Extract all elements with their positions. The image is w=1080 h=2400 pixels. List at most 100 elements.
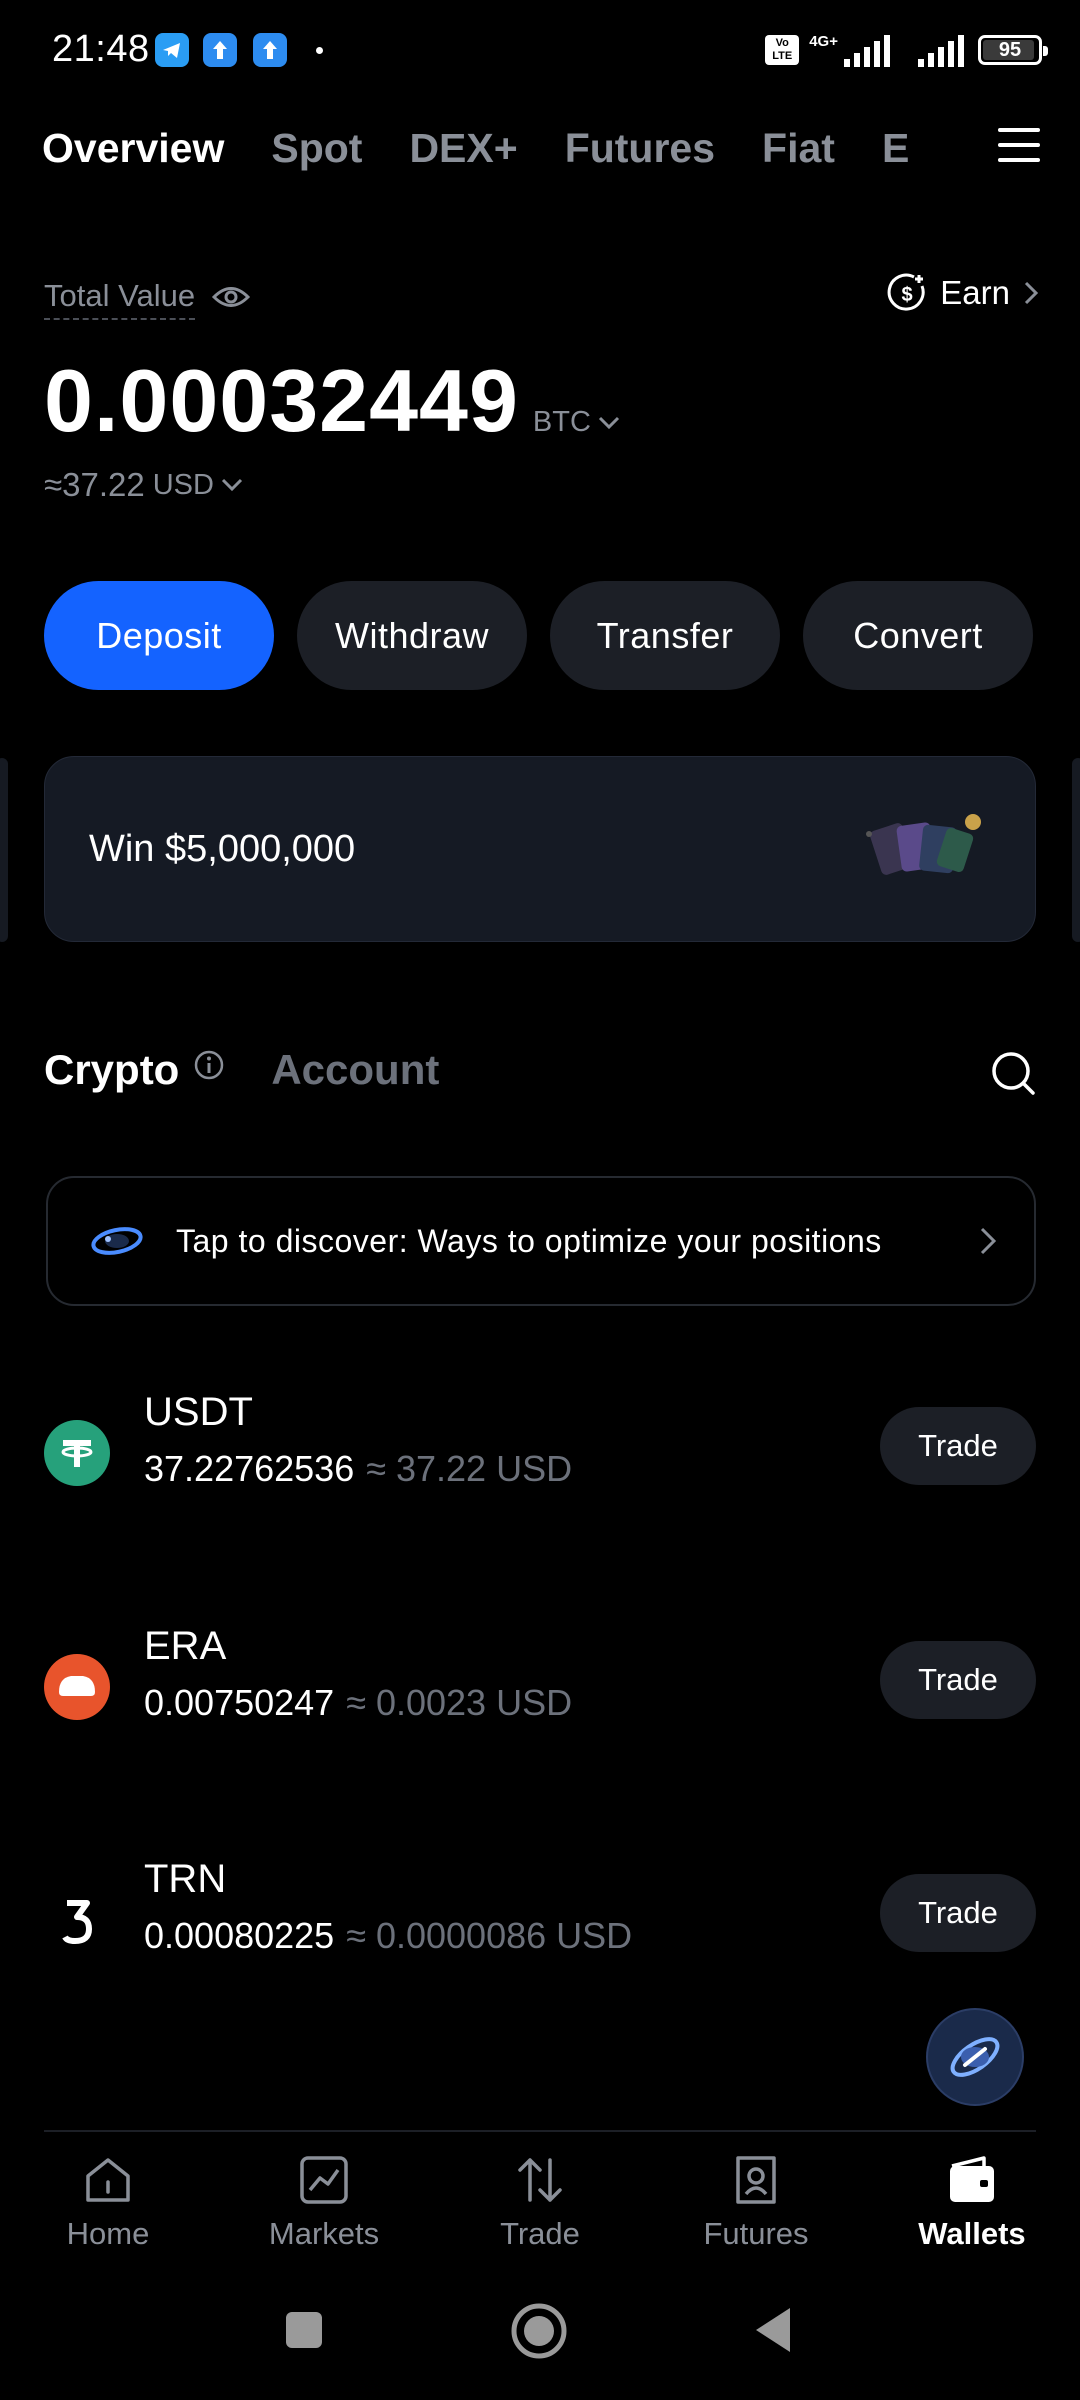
nav-markets[interactable]: Markets: [216, 2140, 432, 2270]
asset-balance: 0.00080225 ≈ 0.0000086 USD: [144, 1915, 632, 1957]
trn-icon: [44, 1887, 110, 1953]
balance-unit-selector[interactable]: BTC: [533, 406, 621, 439]
asset-row-era[interactable]: ERA 0.00750247 ≈ 0.0023 USD Trade: [44, 1624, 1036, 1734]
approx-unit: USD: [152, 468, 214, 501]
nav-home[interactable]: Home: [0, 2140, 216, 2270]
telegram-notification-icon: [155, 33, 189, 67]
banner-carousel-next[interactable]: [1072, 758, 1080, 942]
approx-unit-selector[interactable]: USD: [153, 469, 244, 502]
nav-trade-label: Trade: [500, 2216, 580, 2251]
deposit-button[interactable]: Deposit: [44, 581, 274, 690]
earn-coin-icon: $: [887, 273, 925, 311]
nav-futures-label: Futures: [703, 2216, 809, 2251]
status-time: 21:48: [52, 28, 150, 70]
eye-icon[interactable]: [211, 282, 251, 312]
tab-account[interactable]: Account: [271, 1046, 439, 1094]
status-right: Vo LTE 4G+ 95: [765, 30, 1048, 70]
upload-notification-icon: [203, 33, 237, 67]
approx-value: ≈37.22: [44, 466, 145, 503]
signal-icon: [844, 35, 890, 67]
balance-unit: BTC: [532, 406, 591, 438]
earn-label: Earn: [940, 274, 1010, 311]
assistant-orbit-icon: [950, 2037, 1000, 2077]
asset-amount: 0.00750247: [144, 1682, 335, 1723]
trade-icon: [518, 2158, 562, 2202]
asset-balance: 0.00750247 ≈ 0.0023 USD: [144, 1682, 572, 1724]
asset-usd-value: ≈ 0.0023 USD: [346, 1682, 573, 1723]
nav-wallets[interactable]: Wallets: [864, 2140, 1080, 2270]
tab-spot[interactable]: Spot: [271, 125, 362, 172]
back-button-icon[interactable]: [752, 2304, 794, 2356]
chevron-down-icon: [221, 478, 242, 492]
total-value-row: Total Value: [44, 278, 251, 320]
total-value-label[interactable]: Total Value: [44, 278, 196, 320]
asset-tabs: Crypto Account: [44, 1046, 439, 1094]
balance-value: 0.00032449: [44, 351, 519, 450]
promo-banner[interactable]: Win $5,000,000: [44, 756, 1036, 942]
trade-button[interactable]: Trade: [880, 1641, 1036, 1719]
wallet-icon: [950, 2156, 994, 2202]
promo-banner-text: Win $5,000,000: [89, 827, 356, 870]
signal-icon-2: [918, 35, 964, 67]
discover-tip[interactable]: Tap to discover: Ways to optimize your p…: [46, 1176, 1036, 1306]
chevron-right-icon: [1024, 281, 1039, 305]
markets-icon: [300, 2156, 348, 2204]
earn-link[interactable]: $ Earn: [886, 272, 1040, 314]
svg-text:$: $: [902, 284, 913, 306]
action-buttons: Deposit Withdraw Transfer Convert: [44, 581, 1036, 690]
cards-illustration-icon: [866, 814, 981, 875]
trade-button[interactable]: Trade: [880, 1874, 1036, 1952]
network-type: 4G+: [809, 32, 838, 50]
volte-icon: Vo LTE: [765, 35, 800, 65]
info-icon[interactable]: [193, 1049, 225, 1081]
orbit-icon: [91, 1227, 143, 1255]
withdraw-button[interactable]: Withdraw: [297, 581, 527, 690]
transfer-button[interactable]: Transfer: [550, 581, 780, 690]
asset-amount: 0.00080225: [144, 1915, 335, 1956]
banner-carousel-prev[interactable]: [0, 758, 8, 942]
bottom-nav-divider: [44, 2130, 1036, 2132]
asset-usd-value: ≈ 0.0000086 USD: [346, 1915, 633, 1956]
home-button-icon[interactable]: [510, 2302, 568, 2360]
approx-row: ≈37.22 USD: [44, 466, 244, 504]
asset-symbol: ERA: [144, 1624, 227, 1668]
usdt-icon: [44, 1420, 110, 1486]
bottom-nav: Home Markets Trade Futures Wallets: [0, 2140, 1080, 2270]
asset-row-usdt[interactable]: USDT 37.22762536 ≈ 37.22 USD Trade: [44, 1390, 1036, 1500]
nav-wallets-label: Wallets: [918, 2216, 1026, 2251]
nav-home-label: Home: [66, 2216, 150, 2251]
battery-icon: 95: [978, 35, 1048, 65]
search-icon[interactable]: [990, 1050, 1036, 1096]
nav-markets-label: Markets: [268, 2216, 380, 2251]
tab-dex-plus[interactable]: DEX+: [409, 125, 517, 172]
battery-level: 95: [998, 38, 1022, 61]
tab-e-truncated[interactable]: E: [882, 125, 909, 172]
balance-row: 0.00032449 BTC: [44, 350, 621, 452]
top-tabs: Overview Spot DEX+ Futures Fiat E: [42, 118, 956, 178]
asset-symbol: USDT: [144, 1390, 253, 1434]
tab-futures[interactable]: Futures: [565, 125, 715, 172]
asset-row-trn[interactable]: TRN 0.00080225 ≈ 0.0000086 USD Trade: [44, 1857, 1036, 1967]
chevron-down-icon: [598, 416, 619, 429]
tab-fiat[interactable]: Fiat: [762, 125, 835, 172]
nav-trade[interactable]: Trade: [432, 2140, 648, 2270]
system-navigation: [0, 2290, 1080, 2370]
asset-symbol: TRN: [144, 1857, 227, 1901]
nav-futures[interactable]: Futures: [648, 2140, 864, 2270]
tab-crypto[interactable]: Crypto: [44, 1046, 179, 1094]
home-icon: [86, 2158, 130, 2202]
chevron-right-icon: [980, 1227, 997, 1255]
convert-button[interactable]: Convert: [803, 581, 1033, 690]
tab-overview[interactable]: Overview: [42, 125, 224, 172]
asset-balance: 37.22762536 ≈ 37.22 USD: [144, 1448, 572, 1490]
trade-button[interactable]: Trade: [880, 1407, 1036, 1485]
upload-notification-icon-2: [253, 33, 287, 67]
asset-amount: 37.22762536: [144, 1448, 355, 1489]
futures-icon: [736, 2156, 776, 2204]
assistant-float-button[interactable]: [926, 2008, 1024, 2106]
discover-text: Tap to discover: Ways to optimize your p…: [176, 1222, 882, 1259]
asset-usd-value: ≈ 37.22 USD: [366, 1448, 573, 1489]
era-icon: [44, 1654, 110, 1720]
recent-apps-icon[interactable]: [284, 2310, 324, 2350]
hamburger-menu-icon[interactable]: [996, 124, 1042, 166]
